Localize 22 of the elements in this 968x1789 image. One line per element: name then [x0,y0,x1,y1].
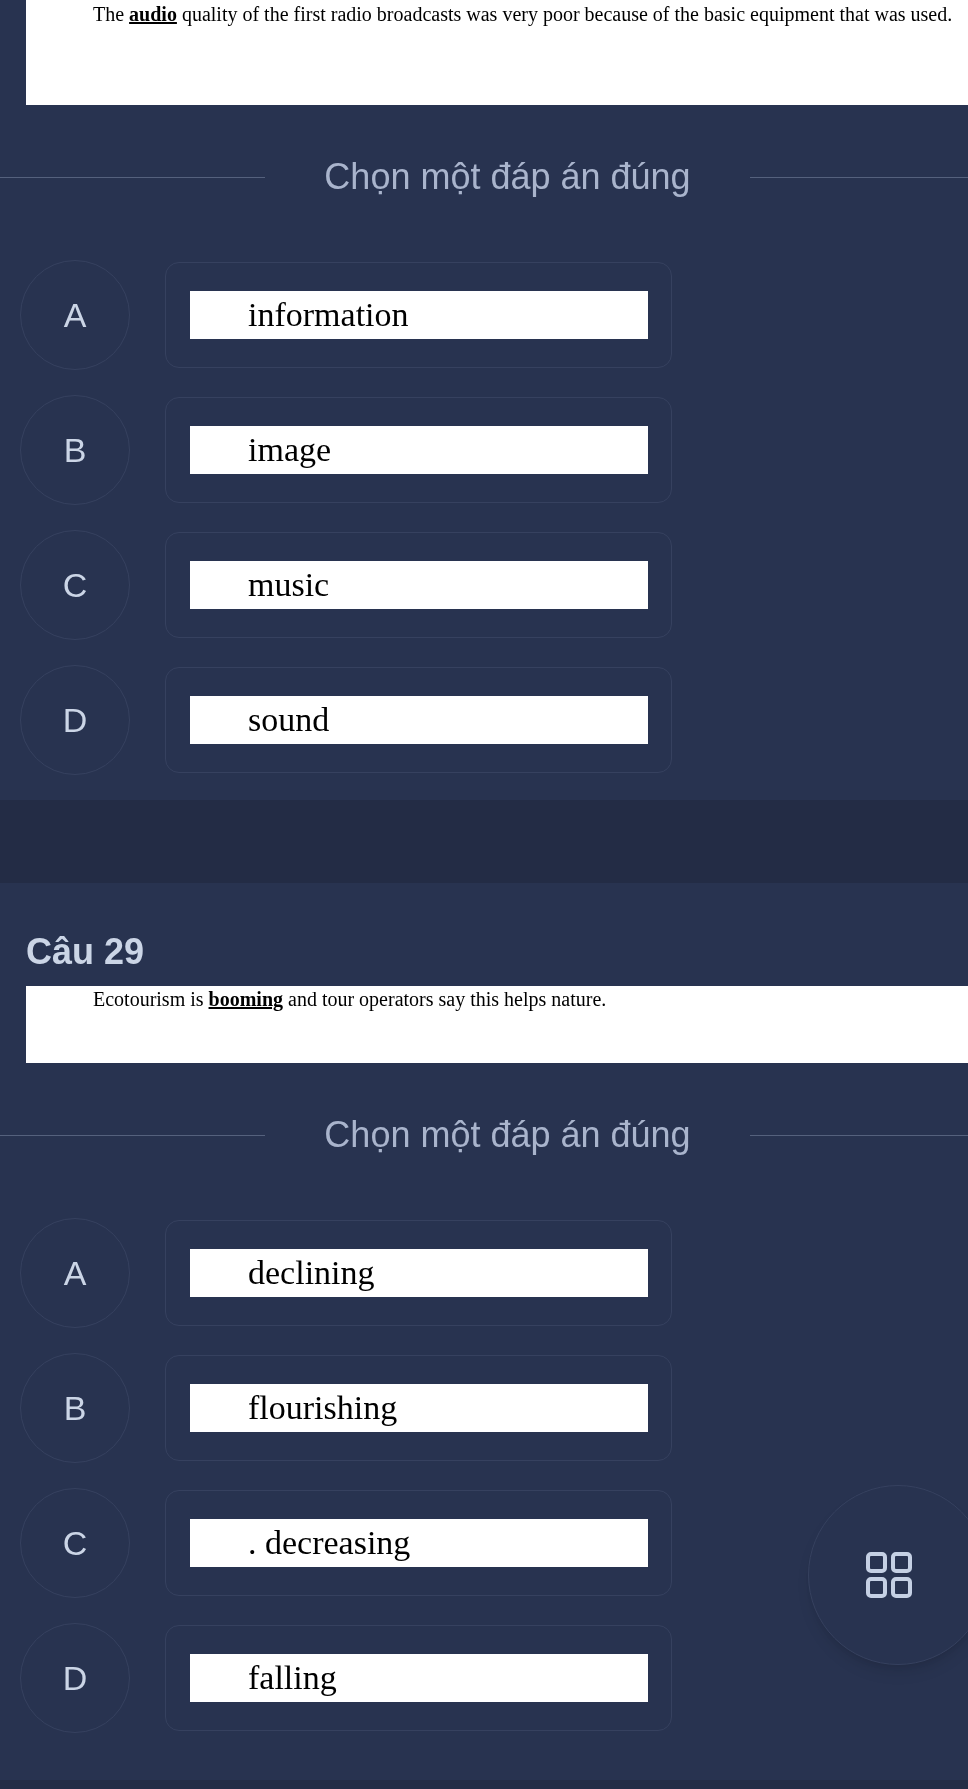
answer-option[interactable]: declining [165,1220,672,1326]
option-text: declining [190,1249,648,1297]
answer-option[interactable]: sound [165,667,672,773]
question-title: Câu 29 [25,930,146,974]
section-label: Chọn một đáp án đúng [323,1113,692,1157]
option-text: flourishing [190,1384,648,1432]
option-text: information [190,291,648,339]
answer-option[interactable]: image [165,397,672,503]
option-text: . decreasing [190,1519,648,1567]
answer-option[interactable]: music [165,532,672,638]
option-text: image [190,426,648,474]
answer-option[interactable]: information [165,262,672,368]
answer-option[interactable]: . decreasing [165,1490,672,1596]
option-text: music [190,561,648,609]
section-label: Chọn một đáp án đúng [323,155,692,199]
grid-icon [865,1551,913,1599]
answer-option[interactable]: flourishing [165,1355,672,1461]
option-text: sound [190,696,648,744]
question-text: The audio quality of the first radio broadcasts was very poor because of the basic equipment that was used. [92,2,954,27]
question-text: Ecotourism is booming and tour operators say this helps nature. [92,987,608,1012]
answer-option[interactable]: falling [165,1625,672,1731]
option-text: falling [190,1654,648,1702]
